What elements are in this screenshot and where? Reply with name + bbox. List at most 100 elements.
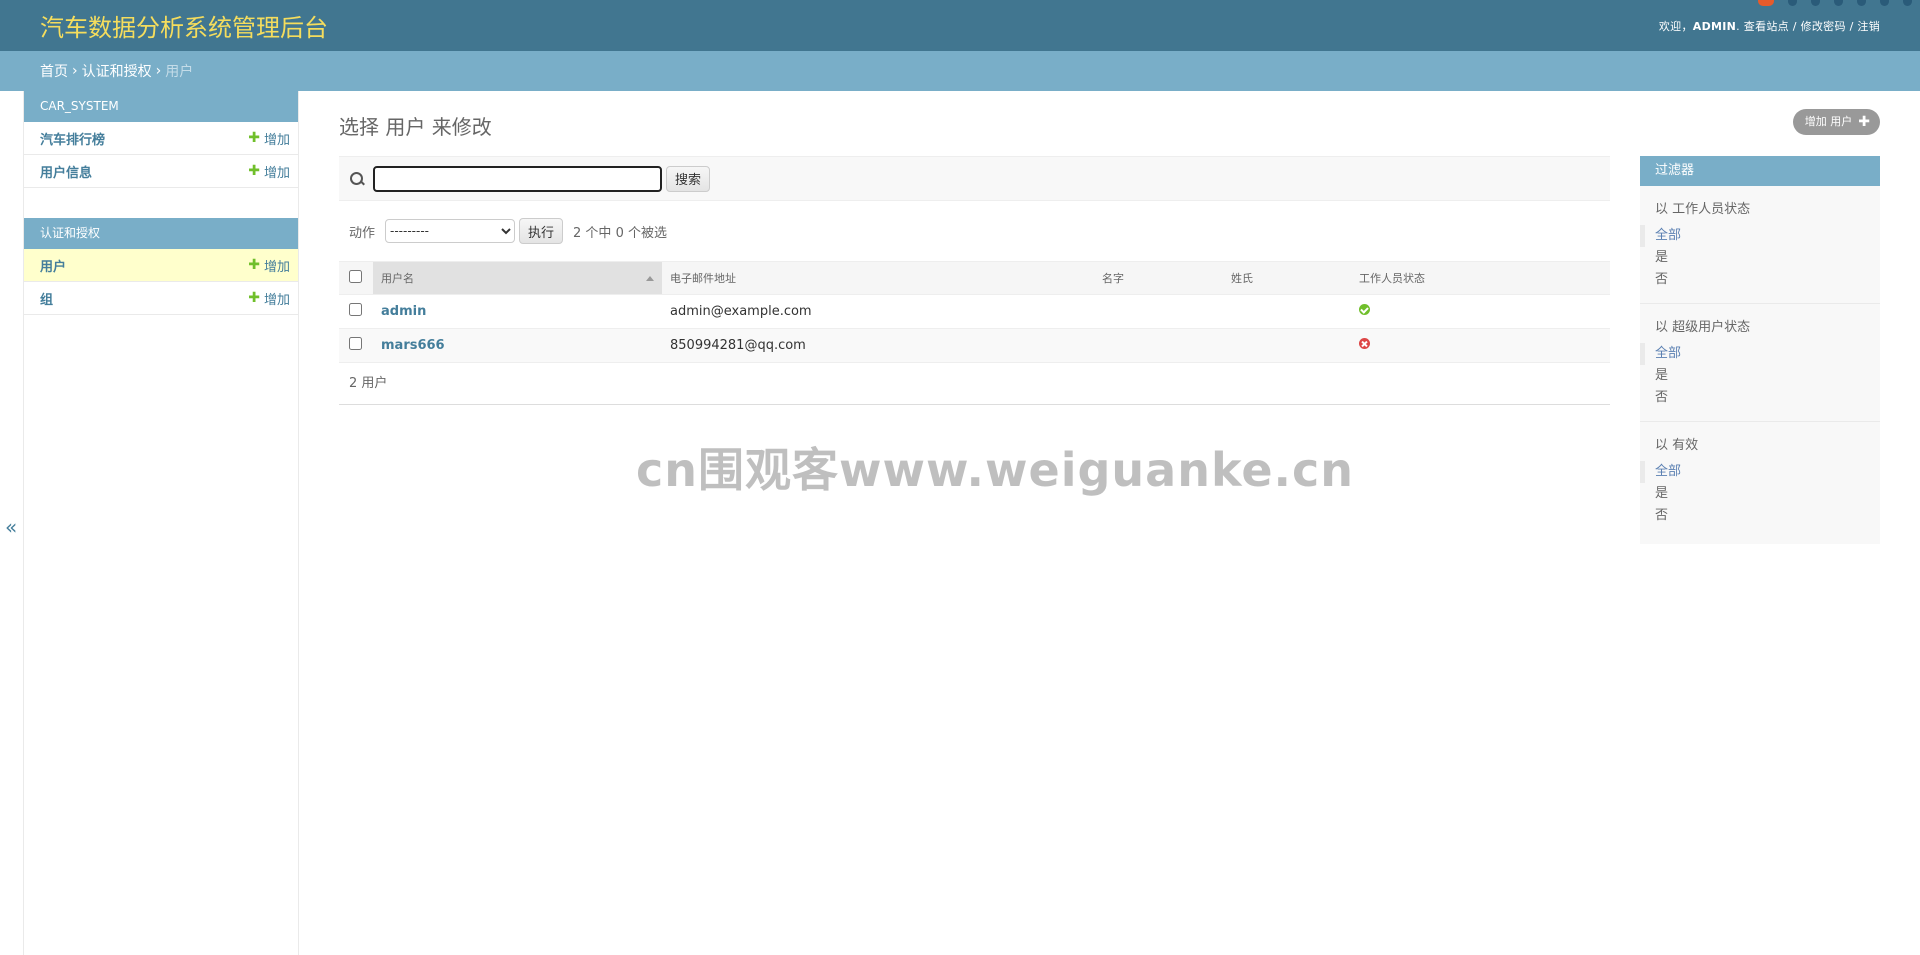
filter-section-title: 以 超级用户状态 — [1655, 320, 1751, 335]
filter-option-no[interactable]: 否 — [1655, 390, 1668, 405]
extension-icon[interactable] — [1811, 0, 1820, 6]
add-link[interactable]: ✚ 增加 — [248, 289, 290, 308]
username-link[interactable]: admin — [381, 304, 426, 319]
module-auth: 认证和授权 用户 ✚ 增加 组 ✚ 增加 — [24, 218, 298, 315]
filter-option-no[interactable]: 否 — [1655, 272, 1668, 287]
sidebar-item-label[interactable]: 组 — [40, 289, 53, 308]
sidebar-item-groups[interactable]: 组 ✚ 增加 — [24, 282, 298, 315]
breadcrumb-app[interactable]: 认证和授权 — [82, 61, 152, 81]
site-name[interactable]: 汽车数据分析系统管理后台 — [40, 8, 328, 43]
last-name-cell — [1223, 294, 1351, 329]
search-input[interactable] — [373, 165, 662, 192]
sidebar-item-car-ranking[interactable]: 汽车排行榜 ✚ 增加 — [24, 122, 298, 155]
table-row: mars666 850994281@qq.com — [339, 328, 1610, 363]
user-tools: 欢迎，ADMIN. 查看站点 / 修改密码 / 注销 — [1658, 19, 1880, 33]
action-select[interactable]: --------- — [385, 219, 516, 243]
sort-ascending-icon[interactable] — [646, 276, 654, 281]
breadcrumb-home[interactable]: 首页 — [40, 61, 68, 81]
filter-section-title: 以 有效 — [1655, 438, 1699, 453]
filter-option[interactable]: 全部 — [1640, 461, 1880, 483]
filter-option[interactable]: 全部 — [1640, 343, 1880, 365]
add-user-button[interactable]: 增加 用户 ✚ — [1792, 109, 1880, 135]
change-password-link[interactable]: 修改密码 — [1801, 20, 1846, 33]
filter-option-no[interactable]: 否 — [1655, 508, 1668, 523]
filter-title: 过滤器 — [1640, 156, 1880, 186]
filter-active: 以 有效 全部 是 否 — [1640, 422, 1880, 539]
extension-icon[interactable] — [1857, 0, 1866, 6]
logout-link[interactable]: 注销 — [1857, 20, 1880, 33]
nav-sidebar: CAR_SYSTEM 汽车排行榜 ✚ 增加 用户信息 ✚ 增加 认证和授权 用户 ✚… — [23, 91, 299, 955]
filter-option-all[interactable]: 全部 — [1655, 464, 1681, 479]
plus-icon: ✚ — [1858, 114, 1870, 130]
filter-option[interactable]: 全部 — [1640, 225, 1880, 247]
watermark: cn围观客www.weiguanke.cn — [636, 443, 1355, 497]
main: CAR_SYSTEM 汽车排行榜 ✚ 增加 用户信息 ✚ 增加 认证和授权 用户 ✚… — [0, 91, 1920, 955]
plus-icon: ✚ — [248, 130, 260, 146]
run-action-button[interactable]: 执行 — [519, 218, 564, 244]
filter-option-all[interactable]: 全部 — [1655, 228, 1681, 243]
column-last-name[interactable]: 姓氏 — [1223, 261, 1351, 295]
username: ADMIN — [1692, 19, 1737, 33]
paginator: 2 用户 — [339, 363, 1610, 405]
filter-option-yes[interactable]: 是 — [1655, 486, 1668, 501]
extension-icon[interactable] — [1903, 0, 1912, 6]
sidebar-item-label[interactable]: 汽车排行榜 — [40, 129, 105, 148]
add-link[interactable]: ✚ 增加 — [248, 162, 290, 181]
username-cell: admin — [373, 294, 662, 329]
separator: / — [1849, 19, 1854, 33]
toggle-sidebar-button[interactable]: « — [5, 515, 17, 539]
row-select-cell — [339, 294, 373, 329]
select-all-checkbox[interactable] — [349, 270, 362, 283]
page-title: 选择 用户 来修改 — [339, 115, 492, 139]
browser-extension-icons — [1758, 0, 1912, 6]
staff-status-cell — [1351, 328, 1610, 363]
filter-option[interactable]: 是 — [1640, 365, 1880, 387]
breadcrumb: 首页 › 认证和授权 › 用户 — [0, 51, 1920, 91]
filter-staff-status: 以 工作人员状态 全部 是 否 — [1640, 186, 1880, 304]
view-site-link[interactable]: 查看站点 — [1744, 20, 1789, 33]
filter-option[interactable]: 否 — [1640, 505, 1880, 527]
column-label: 用户名 — [381, 272, 414, 285]
column-email[interactable]: 电子邮件地址 — [662, 261, 1094, 295]
first-name-cell — [1094, 328, 1223, 363]
breadcrumb-sep: › — [155, 63, 162, 79]
filter-option[interactable]: 否 — [1640, 387, 1880, 409]
breadcrumb-sep: › — [72, 63, 78, 79]
last-name-cell — [1223, 328, 1351, 363]
add-user-label: 增加 用户 — [1804, 115, 1853, 128]
breadcrumb-current: 用户 — [165, 64, 194, 80]
row-checkbox[interactable] — [349, 337, 362, 350]
module-caption[interactable]: 认证和授权 — [24, 218, 298, 249]
filter-option-all[interactable]: 全部 — [1655, 346, 1681, 361]
extension-icon[interactable] — [1758, 0, 1774, 6]
result-table: 用户名 电子邮件地址 名字 姓氏 工作人员状态 admin admin@exam… — [339, 261, 1610, 363]
column-staff-status[interactable]: 工作人员状态 — [1351, 261, 1610, 295]
plus-icon: ✚ — [248, 290, 260, 306]
module-caption[interactable]: CAR_SYSTEM — [24, 91, 298, 122]
email-cell: 850994281@qq.com — [662, 328, 1094, 363]
column-username[interactable]: 用户名 — [373, 261, 662, 295]
filter-option[interactable]: 否 — [1640, 269, 1880, 291]
filter-option[interactable]: 是 — [1640, 483, 1880, 505]
first-name-cell — [1094, 294, 1223, 329]
sidebar-item-label[interactable]: 用户 — [40, 256, 66, 275]
extension-icon[interactable] — [1788, 0, 1797, 6]
changelist: 搜索 动作 --------- 执行 2 个中 0 个被选 用户名 电子邮件地址… — [339, 156, 1610, 405]
add-link[interactable]: ✚ 增加 — [248, 256, 290, 275]
yes-icon — [1359, 304, 1370, 315]
add-link[interactable]: ✚ 增加 — [248, 129, 290, 148]
extension-icon[interactable] — [1834, 0, 1843, 6]
row-checkbox[interactable] — [349, 303, 362, 316]
extension-icon[interactable] — [1880, 0, 1889, 6]
row-select-cell — [339, 328, 373, 363]
sidebar-item-user-info[interactable]: 用户信息 ✚ 增加 — [24, 155, 298, 188]
filter-option-yes[interactable]: 是 — [1655, 368, 1668, 383]
sidebar-item-users[interactable]: 用户 ✚ 增加 — [24, 249, 298, 282]
search-button[interactable]: 搜索 — [666, 165, 711, 192]
filter-option[interactable]: 是 — [1640, 247, 1880, 269]
selection-counter: 2 个中 0 个被选 — [573, 225, 667, 241]
column-first-name[interactable]: 名字 — [1094, 261, 1223, 295]
username-link[interactable]: mars666 — [381, 338, 445, 353]
filter-option-yes[interactable]: 是 — [1655, 250, 1668, 265]
sidebar-item-label[interactable]: 用户信息 — [40, 162, 92, 181]
